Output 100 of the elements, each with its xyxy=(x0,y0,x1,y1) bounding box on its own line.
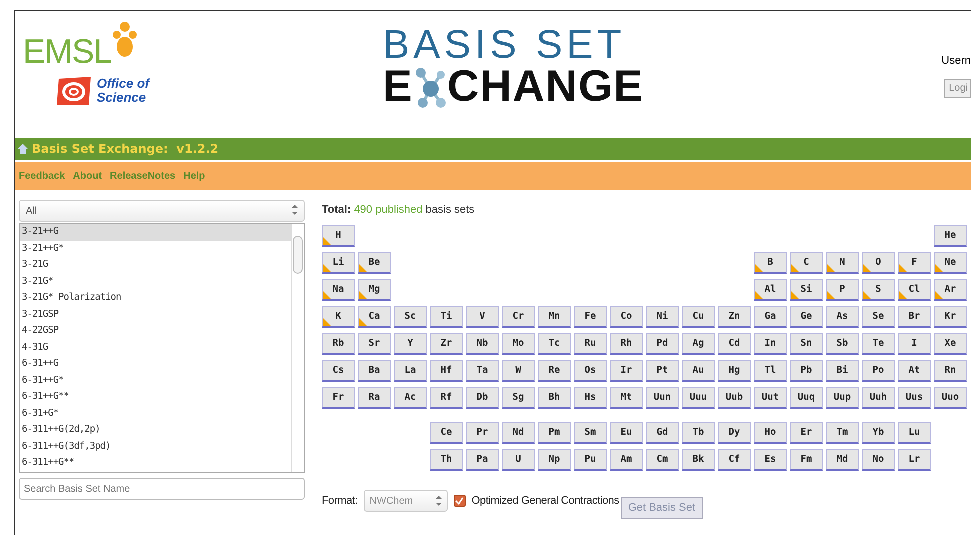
filter-select[interactable]: All xyxy=(19,200,305,222)
element-button[interactable]: Ac xyxy=(394,387,427,409)
element-button[interactable]: Db xyxy=(466,387,499,409)
element-button[interactable]: Co xyxy=(610,306,643,328)
list-item[interactable]: 4-22GSP xyxy=(20,323,291,340)
list-item[interactable]: 6-311++G(2d,2p) xyxy=(20,422,291,438)
element-button[interactable]: Sn xyxy=(790,333,823,355)
element-button[interactable]: Nd xyxy=(502,422,535,444)
list-item[interactable]: 3-21++G* xyxy=(20,240,291,257)
list-item[interactable]: 3-21G* Polarization xyxy=(20,290,291,306)
element-button[interactable]: Er xyxy=(790,422,823,444)
element-button[interactable]: V xyxy=(466,306,499,328)
element-button[interactable]: Gd xyxy=(646,422,679,444)
element-button[interactable]: Sc xyxy=(394,306,427,328)
element-button[interactable]: C xyxy=(790,252,823,274)
list-item[interactable]: 4-31G xyxy=(20,340,291,356)
element-button[interactable]: Mg xyxy=(358,279,391,301)
element-button[interactable]: No xyxy=(862,449,895,471)
element-button[interactable]: As xyxy=(826,306,859,328)
element-button[interactable]: Re xyxy=(538,360,571,382)
element-button[interactable]: Cf xyxy=(718,449,751,471)
element-button[interactable]: Ho xyxy=(754,422,787,444)
element-button[interactable]: Fr xyxy=(322,387,355,409)
element-button[interactable]: Xe xyxy=(934,333,967,355)
element-button[interactable]: Cl xyxy=(898,279,931,301)
element-button[interactable]: Mn xyxy=(538,306,571,328)
element-button[interactable]: Fe xyxy=(574,306,607,328)
list-item[interactable]: 3-21G* xyxy=(20,274,291,290)
element-button[interactable]: La xyxy=(394,360,427,382)
list-item[interactable]: 3-21GSP xyxy=(20,306,291,323)
element-button[interactable]: Lu xyxy=(898,422,931,444)
element-button[interactable]: Rh xyxy=(610,333,643,355)
element-button[interactable]: H xyxy=(322,225,355,247)
element-button[interactable]: Pb xyxy=(790,360,823,382)
element-button[interactable]: Bi xyxy=(826,360,859,382)
element-button[interactable]: Ne xyxy=(934,252,967,274)
element-button[interactable]: Sr xyxy=(358,333,391,355)
element-button[interactable]: Fm xyxy=(790,449,823,471)
element-button[interactable]: Th xyxy=(430,449,463,471)
element-button[interactable]: Br xyxy=(898,306,931,328)
element-button[interactable]: Es xyxy=(754,449,787,471)
list-item[interactable]: 6-311++G** xyxy=(20,455,291,472)
element-button[interactable]: Uub xyxy=(718,387,751,409)
element-button[interactable]: Dy xyxy=(718,422,751,444)
element-button[interactable]: B xyxy=(754,252,787,274)
element-button[interactable]: F xyxy=(898,252,931,274)
element-button[interactable]: Pr xyxy=(466,422,499,444)
element-button[interactable]: Ni xyxy=(646,306,679,328)
list-item[interactable]: 6-31++G* xyxy=(20,372,291,389)
element-button[interactable]: K xyxy=(322,306,355,328)
element-button[interactable]: Mo xyxy=(502,333,535,355)
element-button[interactable]: W xyxy=(502,360,535,382)
element-button[interactable]: Md xyxy=(826,449,859,471)
element-button[interactable]: Pa xyxy=(466,449,499,471)
element-button[interactable]: Lr xyxy=(898,449,931,471)
checkbox[interactable] xyxy=(454,495,466,507)
element-button[interactable]: Si xyxy=(790,279,823,301)
element-button[interactable]: Mt xyxy=(610,387,643,409)
element-button[interactable]: Ga xyxy=(754,306,787,328)
element-button[interactable]: O xyxy=(862,252,895,274)
element-button[interactable]: Ta xyxy=(466,360,499,382)
element-button[interactable]: Uuq xyxy=(790,387,823,409)
element-button[interactable]: Ce xyxy=(430,422,463,444)
element-button[interactable]: Cs xyxy=(322,360,355,382)
element-button[interactable]: Pd xyxy=(646,333,679,355)
element-button[interactable]: Ti xyxy=(430,306,463,328)
element-button[interactable]: Pu xyxy=(574,449,607,471)
element-button[interactable]: Hg xyxy=(718,360,751,382)
element-button[interactable]: Nb xyxy=(466,333,499,355)
element-button[interactable]: Li xyxy=(322,252,355,274)
element-button[interactable]: N xyxy=(826,252,859,274)
element-button[interactable]: Te xyxy=(862,333,895,355)
element-button[interactable]: Cm xyxy=(646,449,679,471)
element-button[interactable]: Hs xyxy=(574,387,607,409)
element-button[interactable]: Uut xyxy=(754,387,787,409)
element-button[interactable]: Ag xyxy=(682,333,715,355)
element-button[interactable]: Zn xyxy=(718,306,751,328)
element-button[interactable]: Ra xyxy=(358,387,391,409)
element-button[interactable]: Au xyxy=(682,360,715,382)
element-button[interactable]: Ge xyxy=(790,306,823,328)
element-button[interactable]: P xyxy=(826,279,859,301)
element-button[interactable]: Uuu xyxy=(682,387,715,409)
list-item[interactable]: 6-311++G(3df,3pd) xyxy=(20,438,291,455)
element-button[interactable]: Bk xyxy=(682,449,715,471)
element-button[interactable]: Uus xyxy=(898,387,931,409)
element-button[interactable]: Rn xyxy=(934,360,967,382)
element-button[interactable]: Ru xyxy=(574,333,607,355)
element-button[interactable]: Ca xyxy=(358,306,391,328)
list-item[interactable]: 6-31++G** xyxy=(20,389,291,406)
element-button[interactable]: Eu xyxy=(610,422,643,444)
element-button[interactable]: Be xyxy=(358,252,391,274)
element-button[interactable]: Os xyxy=(574,360,607,382)
search-field[interactable]: Search Basis Set Name xyxy=(19,478,305,500)
element-button[interactable]: Uuh xyxy=(862,387,895,409)
element-button[interactable]: Y xyxy=(394,333,427,355)
element-button[interactable]: Rb xyxy=(322,333,355,355)
element-button[interactable]: I xyxy=(898,333,931,355)
element-button[interactable]: Am xyxy=(610,449,643,471)
element-button[interactable]: Zr xyxy=(430,333,463,355)
element-button[interactable]: Tm xyxy=(826,422,859,444)
